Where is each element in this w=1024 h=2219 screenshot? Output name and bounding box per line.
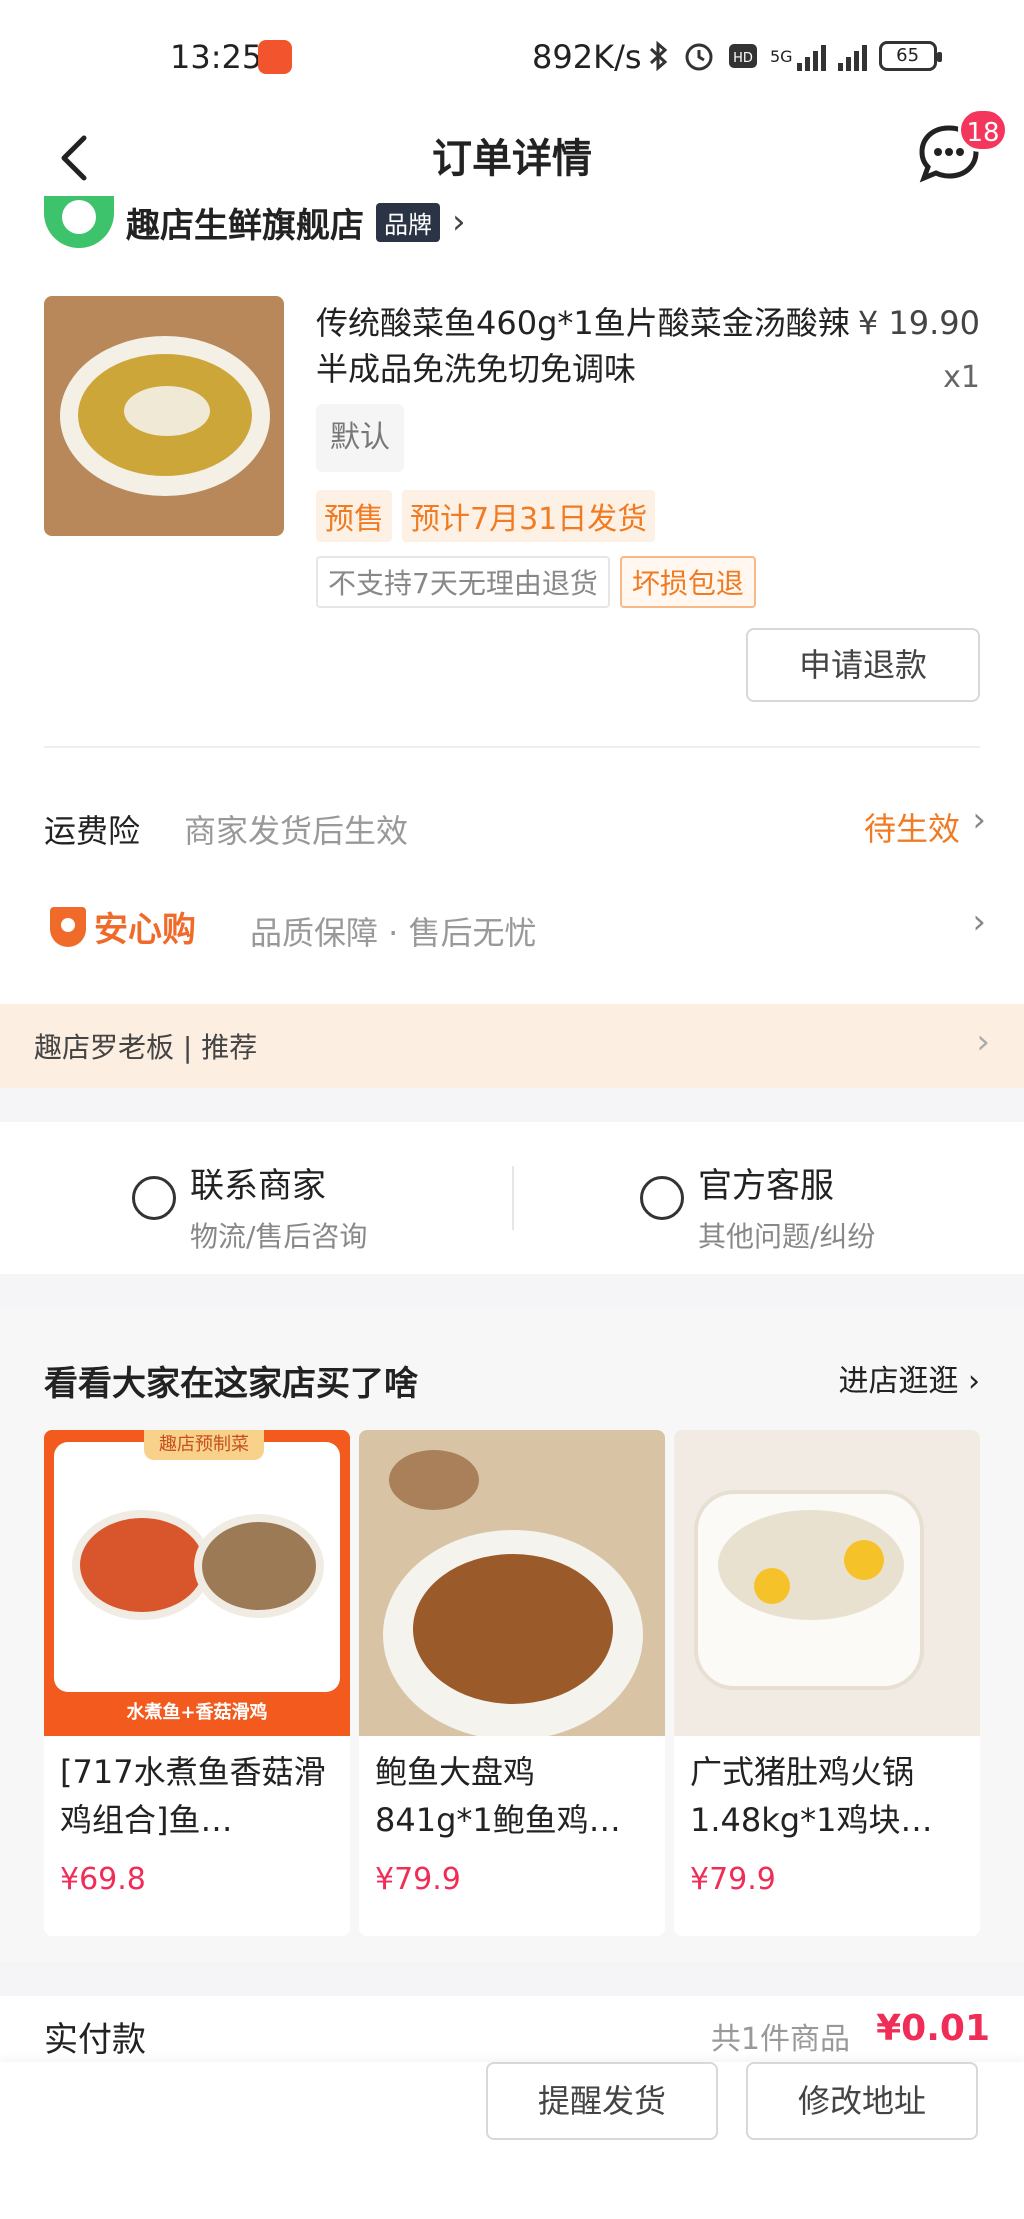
section-gap [0, 1274, 1024, 1308]
chevron-right-icon: › [976, 1022, 990, 1062]
product-title[interactable]: 传统酸菜鱼460g*1鱼片酸菜金汤酸辣半成品免洗免切免调味 [316, 300, 856, 392]
net-speed: 892K/s [532, 38, 642, 76]
message-badge: 18 [958, 108, 1008, 152]
recommendations-section: 看看大家在这家店买了啥 进店逛逛 › 趣店预制菜 水煮鱼+香菇滑鸡 [717水煮… [0, 1308, 1024, 1962]
payment-amount: ¥0.01 [876, 2008, 990, 2049]
bank-app-icon [258, 40, 292, 74]
modify-address-button[interactable]: 修改地址 [746, 2062, 978, 2140]
contact-merchant-button[interactable]: 联系商家 物流/售后咨询 [132, 1158, 367, 1255]
bottom-action-bar: 提醒发货 修改地址 [0, 2062, 1024, 2219]
contact-merchant-sub: 物流/售后咨询 [190, 1220, 368, 1253]
shield-icon [50, 906, 86, 947]
nav-bar: 订单详情 18 [0, 108, 1024, 208]
product-price: ¥ 19.90 [857, 304, 980, 342]
shop-name: 趣店生鲜旗舰店 [126, 205, 364, 246]
chevron-right-icon: › [452, 202, 466, 242]
battery-icon: 65 [878, 41, 942, 71]
product-card-price: ¥79.9 [690, 1862, 776, 1897]
divider [512, 1166, 514, 1230]
product-card-name: 广式猪肚鸡火锅1.48kg*1鸡块… [690, 1753, 933, 1839]
insurance-label: 运费险 [44, 812, 141, 850]
product-card-price: ¥69.8 [60, 1862, 146, 1897]
signal-icon-2 [837, 41, 867, 71]
anxin-logo[interactable]: 安心购 [50, 902, 196, 951]
brand-tag: 品牌 [376, 202, 440, 242]
presale-tags: 预售 预计7月31日发货 [316, 490, 656, 542]
product-card-caption: 水煮鱼+香菇滑鸡 [126, 1702, 268, 1723]
product-card-image: 趣店预制菜 水煮鱼+香菇滑鸡 [44, 1430, 350, 1736]
contact-service-sub: 其他问题/纠纷 [698, 1220, 876, 1253]
insurance-status[interactable]: 待生效 [864, 804, 960, 850]
remind-ship-button[interactable]: 提醒发货 [486, 2062, 718, 2140]
chevron-right-icon[interactable]: › [972, 800, 986, 840]
no-return-tag: 不支持7天无理由退货 [316, 556, 610, 608]
insurance-desc: 商家发货后生效 [184, 812, 409, 850]
damage-return-tag: 坏损包退 [619, 556, 756, 608]
product-card-name: [717水煮鱼香菇滑鸡组合]鱼… [60, 1753, 326, 1839]
payment-label: 实付款 [44, 2020, 146, 2060]
product-image[interactable] [44, 296, 284, 536]
shop-logo [44, 196, 114, 248]
product-spec: 默认 [316, 404, 404, 472]
visit-shop-link[interactable]: 进店逛逛 › [838, 1356, 980, 1400]
contact-service-title: 官方客服 [698, 1166, 834, 1206]
svg-text:HD: HD [733, 51, 753, 66]
visit-shop-label: 进店逛逛 [838, 1364, 959, 1399]
section-gap [0, 1088, 1024, 1122]
product-quantity: x1 [943, 360, 980, 395]
alarm-icon [685, 43, 713, 71]
network-type: 5G [770, 46, 793, 66]
product-card-name: 鲍鱼大盘鸡841g*1鲍鱼鸡… [375, 1753, 621, 1839]
ship-date-tag: 预计7月31日发货 [402, 490, 656, 542]
presale-tag: 预售 [316, 490, 392, 542]
bluetooth-icon [649, 40, 668, 72]
shop-header[interactable]: 趣店生鲜旗舰店 品牌 › [44, 196, 466, 248]
page-title: 订单详情 [432, 136, 592, 182]
product-card-price: ¥79.9 [375, 1862, 461, 1897]
payment-row: 实付款 共1件商品 ¥0.01 [0, 1996, 1024, 2068]
signal-icon [796, 41, 826, 71]
recommend-bar[interactable]: 趣店罗老板 | 推荐 › [0, 1004, 1024, 1088]
chevron-right-icon[interactable]: › [972, 902, 986, 942]
contact-service-button[interactable]: 官方客服 其他问题/纠纷 [640, 1158, 875, 1255]
divider [44, 746, 980, 748]
product-card-badge: 趣店预制菜 [144, 1430, 264, 1460]
product-card[interactable]: 广式猪肚鸡火锅1.48kg*1鸡块… ¥79.9 [674, 1430, 980, 1936]
contact-merchant-title: 联系商家 [190, 1166, 326, 1206]
product-card-image [359, 1430, 665, 1736]
contact-section: 联系商家 物流/售后咨询 官方客服 其他问题/纠纷 [0, 1122, 1024, 1274]
section-gap [0, 1962, 1024, 1996]
anxin-label: 安心购 [94, 910, 196, 950]
recommendations-heading: 看看大家在这家店买了啥 [44, 1364, 418, 1404]
anxin-desc: 品质保障 · 售后无忧 [250, 914, 537, 952]
status-icons: HD 5G 65 [648, 36, 942, 76]
payment-count: 共1件商品 [710, 2022, 850, 2057]
hd-icon: HD [729, 44, 757, 68]
product-card-image [674, 1430, 980, 1736]
product-card[interactable]: 趣店预制菜 水煮鱼+香菇滑鸡 [717水煮鱼香菇滑鸡组合]鱼… ¥69.8 [44, 1430, 350, 1936]
product-card[interactable]: 鲍鱼大盘鸡841g*1鲍鱼鸡… ¥79.9 [359, 1430, 665, 1936]
status-bar: 13:25 892K/s HD 5G 65 [0, 0, 1024, 118]
chat-bubble-icon [132, 1176, 176, 1220]
status-time: 13:25 [170, 38, 263, 76]
recommend-bar-text: 趣店罗老板 | 推荐 [34, 1031, 258, 1064]
headset-icon [640, 1176, 684, 1220]
service-tags: 不支持7天无理由退货 坏损包退 [316, 556, 756, 608]
refund-button[interactable]: 申请退款 [746, 628, 980, 702]
